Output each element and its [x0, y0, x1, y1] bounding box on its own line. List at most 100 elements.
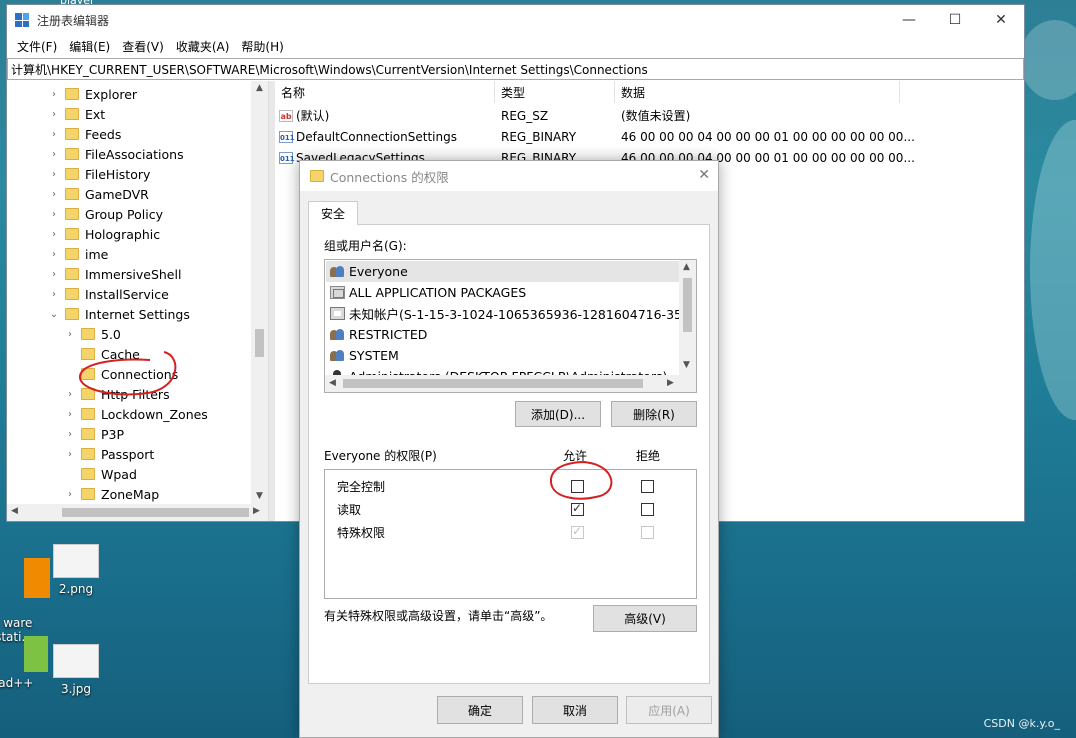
tree-item[interactable]: › ZoneMap	[63, 484, 159, 504]
scroll-thumb[interactable]	[683, 278, 692, 332]
tree-item[interactable]: › Explorer	[47, 84, 137, 104]
collapsed-chevron-icon[interactable]: ›	[47, 89, 61, 100]
tree-item[interactable]: › Group Policy	[47, 204, 163, 224]
scroll-thumb[interactable]	[62, 508, 249, 517]
user-list-hscrollbar[interactable]: ◀ ▶	[325, 375, 696, 392]
tree-item[interactable]: › FileHistory	[47, 164, 150, 184]
ok-button[interactable]: 确定	[437, 696, 523, 724]
value-type: REG_SZ	[501, 108, 549, 123]
deny-checkbox[interactable]	[641, 503, 654, 516]
permission-name: 特殊权限	[337, 525, 386, 540]
dialog-titlebar[interactable]: Connections 的权限	[300, 161, 718, 191]
tree-hscrollbar[interactable]: ◀ ▶	[7, 504, 268, 521]
tree-item[interactable]: Wpad	[63, 464, 137, 484]
collapsed-chevron-icon[interactable]: ›	[47, 149, 61, 160]
desktop-icon-vmware[interactable]: ware stati...	[0, 530, 54, 644]
close-icon[interactable]: ✕	[978, 5, 1024, 35]
tree-item-label: ZoneMap	[101, 486, 160, 502]
collapsed-chevron-icon[interactable]: ›	[47, 229, 61, 240]
collapsed-chevron-icon[interactable]: ›	[63, 329, 77, 340]
collapsed-chevron-icon[interactable]: ›	[47, 269, 61, 280]
close-icon[interactable]: ✕	[698, 167, 710, 183]
tree-vscrollbar[interactable]: ▲ ▼	[251, 81, 268, 505]
user-restricted[interactable]: RESTRICTED	[326, 324, 681, 345]
tree-item[interactable]: ⌄ Internet Settings	[47, 304, 190, 324]
address-bar[interactable]: 计算机\HKEY_CURRENT_USER\SOFTWARE\Microsoft…	[7, 58, 1024, 80]
folder-icon	[81, 408, 95, 420]
column-header-type[interactable]: 类型	[495, 81, 615, 103]
tree-item[interactable]: › InstallService	[47, 284, 169, 304]
scroll-down-icon[interactable]: ▼	[683, 360, 690, 370]
menu-view[interactable]: 查看(V)	[116, 38, 170, 55]
scroll-down-icon[interactable]: ▼	[251, 491, 268, 501]
tree-item[interactable]: Connections	[63, 364, 178, 384]
collapsed-chevron-icon[interactable]: ›	[47, 189, 61, 200]
add-button[interactable]: 添加(D)...	[515, 401, 601, 427]
menu-edit[interactable]: 编辑(E)	[63, 38, 116, 55]
user-everyone[interactable]: Everyone	[326, 261, 681, 282]
collapsed-chevron-icon[interactable]: ›	[63, 389, 77, 400]
collapsed-chevron-icon[interactable]: ›	[47, 209, 61, 220]
deny-checkbox[interactable]	[641, 480, 654, 493]
tree-item[interactable]: › FileAssociations	[47, 144, 184, 164]
folder-icon	[65, 288, 79, 300]
collapsed-chevron-icon[interactable]: ›	[47, 109, 61, 120]
value-row-default[interactable]: ab (默认) REG_SZ (数值未设置)	[275, 105, 995, 126]
minimize-icon[interactable]: —	[886, 5, 932, 35]
scroll-thumb[interactable]	[343, 379, 643, 388]
tree-item[interactable]: › ime	[47, 244, 108, 264]
user-unknown-account[interactable]: 未知帐户(S-1-15-3-1024-1065365936-1281604716…	[326, 303, 681, 324]
column-header-name[interactable]: 名称	[275, 81, 495, 103]
column-header-data[interactable]: 数据	[615, 81, 900, 103]
expanded-chevron-icon[interactable]: ⌄	[47, 309, 61, 320]
collapsed-chevron-icon[interactable]: ›	[63, 489, 77, 500]
collapsed-chevron-icon[interactable]: ›	[47, 129, 61, 140]
tree-item[interactable]: › Holographic	[47, 224, 160, 244]
advanced-button[interactable]: 高级(V)	[593, 605, 697, 632]
allow-checkbox[interactable]	[571, 501, 584, 516]
tree-item[interactable]: › Feeds	[47, 124, 121, 144]
scroll-right-icon[interactable]: ▶	[667, 378, 674, 388]
value-row-defaultconnectionsettings[interactable]: 011 DefaultConnectionSettings REG_BINARY …	[275, 126, 995, 147]
apply-button[interactable]: 应用(A)	[626, 696, 712, 724]
scroll-up-icon[interactable]: ▲	[683, 262, 690, 272]
allow-checkbox[interactable]	[571, 480, 584, 493]
tree-item[interactable]: › Lockdown_Zones	[63, 404, 208, 424]
tree-item[interactable]: › Passport	[63, 444, 154, 464]
collapsed-chevron-icon[interactable]: ›	[63, 449, 77, 460]
collapsed-chevron-icon[interactable]: ›	[47, 289, 61, 300]
remove-button[interactable]: 删除(R)	[611, 401, 697, 427]
desktop-icon-notepadpp[interactable]: pad++	[0, 636, 52, 690]
menu-help[interactable]: 帮助(H)	[235, 38, 289, 55]
cancel-button[interactable]: 取消	[532, 696, 618, 724]
scroll-left-icon[interactable]: ◀	[329, 378, 336, 388]
folder-icon	[310, 170, 324, 182]
user-list-vscrollbar[interactable]: ▲ ▼	[679, 260, 696, 376]
tree-item[interactable]: › P3P	[63, 424, 124, 444]
tree-item[interactable]: Cache	[63, 344, 140, 364]
scroll-left-icon[interactable]: ◀	[11, 506, 18, 516]
value-data: (数值未设置)	[621, 109, 691, 123]
menu-favorites[interactable]: 收藏夹(A)	[170, 38, 236, 55]
collapsed-chevron-icon[interactable]: ›	[63, 429, 77, 440]
deny-checkbox	[641, 526, 654, 539]
maximize-icon[interactable]: ☐	[932, 5, 978, 35]
scroll-thumb[interactable]	[255, 329, 264, 357]
tree-item[interactable]: › 5.0	[63, 324, 121, 344]
scroll-up-icon[interactable]: ▲	[251, 83, 268, 93]
tree-item[interactable]: › Ext	[47, 104, 105, 124]
collapsed-chevron-icon[interactable]: ›	[63, 409, 77, 420]
menu-file[interactable]: 文件(F)	[11, 38, 63, 55]
user-system[interactable]: SYSTEM	[326, 345, 681, 366]
folder-icon	[81, 368, 95, 380]
collapsed-chevron-icon[interactable]: ›	[47, 249, 61, 260]
regedit-titlebar[interactable]: 注册表编辑器 — ☐ ✕	[7, 5, 1024, 35]
tree-item[interactable]: › ImmersiveShell	[47, 264, 181, 284]
tree-item[interactable]: › Http Filters	[63, 384, 170, 404]
tree-item[interactable]: › GameDVR	[47, 184, 149, 204]
user-all-app-packages[interactable]: ALL APPLICATION PACKAGES	[326, 282, 681, 303]
collapsed-chevron-icon[interactable]: ›	[47, 169, 61, 180]
user-list[interactable]: Administrators (DESKTOP-FPFCCLR\Administ…	[324, 259, 697, 393]
tab-security[interactable]: 安全	[308, 201, 358, 225]
scroll-right-icon[interactable]: ▶	[253, 506, 260, 516]
